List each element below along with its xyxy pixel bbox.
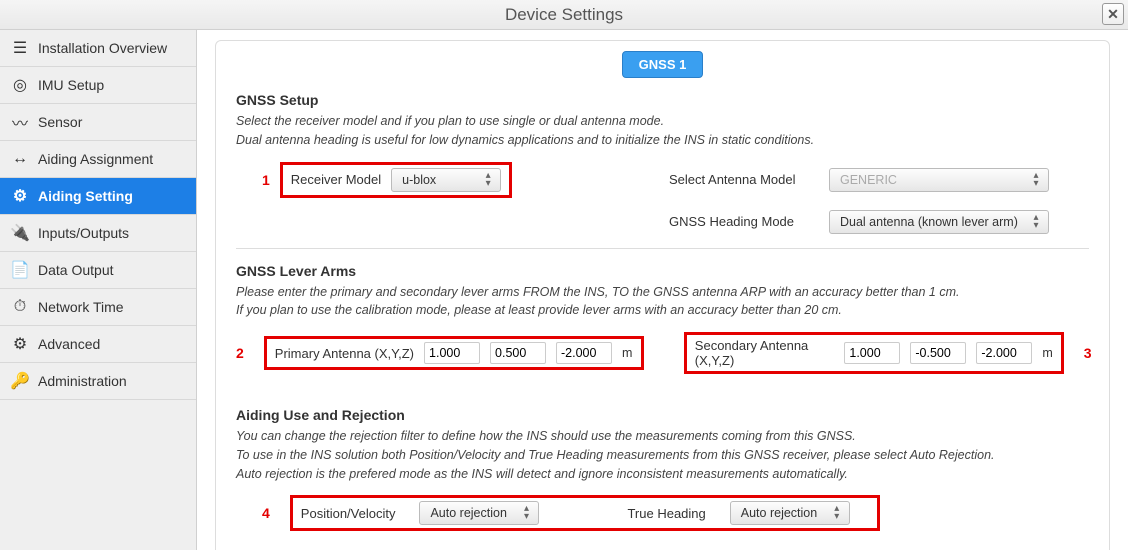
sidebar-item-label: IMU Setup: [38, 77, 104, 93]
antenna-model-select[interactable]: GENERIC ▴▾: [829, 168, 1049, 192]
sidebar-item-label: Aiding Assignment: [38, 151, 153, 167]
antenna-model-value: GENERIC: [840, 173, 897, 187]
main-content: GNSS 1 GNSS Setup Select the receiver mo…: [197, 30, 1128, 550]
annotation-3: 3: [1084, 345, 1092, 361]
secondary-z-input[interactable]: [976, 342, 1032, 364]
rejection-desc-3: Auto rejection is the prefered mode as t…: [236, 467, 848, 481]
receiver-model-label: Receiver Model: [291, 172, 381, 187]
sidebar-icon: ◎: [10, 75, 30, 95]
caret-icon: ▴▾: [520, 505, 532, 521]
section-heading-rejection: Aiding Use and Rejection: [236, 407, 1089, 423]
primary-antenna-label: Primary Antenna (X,Y,Z): [275, 346, 414, 361]
sidebar-item-data-output[interactable]: 📄 Data Output: [0, 252, 196, 289]
posvel-label: Position/Velocity: [301, 506, 396, 521]
sidebar-item-inputs-outputs[interactable]: 🔌 Inputs/Outputs: [0, 215, 196, 252]
sidebar-item-imu-setup[interactable]: ◎ IMU Setup: [0, 67, 196, 104]
sidebar-item-label: Installation Overview: [38, 40, 167, 56]
sidebar-icon: ☰: [10, 38, 30, 58]
section-heading-lever: GNSS Lever Arms: [236, 263, 1089, 279]
heading-mode-label: GNSS Heading Mode: [669, 214, 819, 229]
sidebar-icon: 🔑: [10, 371, 30, 391]
caret-icon: ▴▾: [482, 172, 494, 188]
sidebar-item-label: Aiding Setting: [38, 188, 133, 204]
rejection-desc-2: To use in the INS solution both Position…: [236, 448, 995, 462]
primary-z-input[interactable]: [556, 342, 612, 364]
sidebar-item-aiding-setting[interactable]: ⚙ Aiding Setting: [0, 178, 196, 215]
sidebar-item-label: Network Time: [38, 299, 124, 315]
trueheading-label: True Heading: [627, 506, 705, 521]
highlight-box-2: Primary Antenna (X,Y,Z) m: [264, 336, 644, 370]
settings-panel: GNSS 1 GNSS Setup Select the receiver mo…: [215, 40, 1110, 550]
sidebar-item-label: Inputs/Outputs: [38, 225, 129, 241]
sidebar-icon: ⏱: [10, 297, 30, 317]
secondary-y-input[interactable]: [910, 342, 966, 364]
unit-m: m: [1042, 346, 1052, 360]
annotation-4: 4: [262, 505, 270, 521]
highlight-box-1: Receiver Model u-blox ▴▾: [280, 162, 512, 198]
sidebar-item-installation-overview[interactable]: ☰ Installation Overview: [0, 30, 196, 67]
setup-desc-2: Dual antenna heading is useful for low d…: [236, 133, 814, 147]
trueheading-select[interactable]: Auto rejection ▴▾: [730, 501, 850, 525]
annotation-1: 1: [262, 172, 270, 188]
antenna-model-label: Select Antenna Model: [669, 172, 819, 187]
sidebar-icon: 🔌: [10, 223, 30, 243]
sidebar-item-label: Advanced: [38, 336, 100, 352]
setup-description: Select the receiver model and if you pla…: [236, 112, 1089, 150]
window-title: Device Settings: [505, 5, 623, 24]
receiver-model-select[interactable]: u-blox ▴▾: [391, 168, 501, 192]
setup-desc-1: Select the receiver model and if you pla…: [236, 114, 664, 128]
annotation-2: 2: [236, 345, 244, 361]
highlight-box-4: Position/Velocity Auto rejection ▴▾ True…: [290, 495, 880, 531]
lever-desc-2: If you plan to use the calibration mode,…: [236, 303, 842, 317]
receiver-model-value: u-blox: [402, 173, 436, 187]
heading-mode-value: Dual antenna (known lever arm): [840, 215, 1018, 229]
sidebar-item-network-time[interactable]: ⏱ Network Time: [0, 289, 196, 326]
secondary-x-input[interactable]: [844, 342, 900, 364]
primary-y-input[interactable]: [490, 342, 546, 364]
sidebar-icon: ↔: [10, 149, 30, 169]
caret-icon: ▴▾: [1030, 214, 1042, 230]
secondary-antenna-label: Secondary Antenna (X,Y,Z): [695, 338, 835, 368]
close-button[interactable]: ✕: [1102, 3, 1124, 25]
sidebar: ☰ Installation Overview ◎ IMU Setup 〰 Sensor ↔…: [0, 30, 197, 550]
sidebar-item-label: Data Output: [38, 262, 114, 278]
sidebar-icon: ⚙: [10, 186, 30, 206]
lever-description: Please enter the primary and secondary l…: [236, 283, 1089, 321]
divider: [236, 248, 1089, 249]
sidebar-item-advanced[interactable]: ⚙ Advanced: [0, 326, 196, 363]
sidebar-icon: ⚙: [10, 334, 30, 354]
sidebar-item-label: Administration: [38, 373, 127, 389]
posvel-value: Auto rejection: [430, 506, 506, 520]
primary-x-input[interactable]: [424, 342, 480, 364]
sidebar-item-label: Sensor: [38, 114, 82, 130]
highlight-box-3: Secondary Antenna (X,Y,Z) m: [684, 332, 1064, 374]
sidebar-icon: 〰: [10, 112, 30, 132]
lever-desc-1: Please enter the primary and secondary l…: [236, 285, 959, 299]
window-titlebar: Device Settings ✕: [0, 0, 1128, 30]
sidebar-icon: 📄: [10, 260, 30, 280]
caret-icon: ▴▾: [831, 505, 843, 521]
posvel-select[interactable]: Auto rejection ▴▾: [419, 501, 539, 525]
sidebar-item-sensor[interactable]: 〰 Sensor: [0, 104, 196, 141]
caret-icon: ▴▾: [1030, 172, 1042, 188]
tab-gnss1[interactable]: GNSS 1: [622, 51, 704, 78]
rejection-description: You can change the rejection filter to d…: [236, 427, 1089, 483]
heading-mode-select[interactable]: Dual antenna (known lever arm) ▴▾: [829, 210, 1049, 234]
sidebar-item-aiding-assignment[interactable]: ↔ Aiding Assignment: [0, 141, 196, 178]
sidebar-item-administration[interactable]: 🔑 Administration: [0, 363, 196, 400]
unit-m: m: [622, 346, 632, 360]
rejection-desc-1: You can change the rejection filter to d…: [236, 429, 856, 443]
section-heading-setup: GNSS Setup: [236, 92, 1089, 108]
trueheading-value: Auto rejection: [741, 506, 817, 520]
